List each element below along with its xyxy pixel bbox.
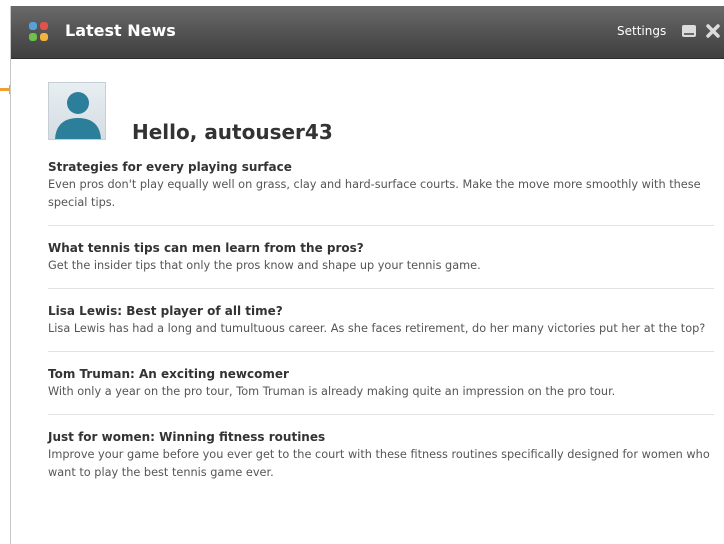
minimize-icon[interactable]	[681, 23, 697, 39]
news-title-link[interactable]: Tom Truman: An exciting newcomer	[48, 365, 714, 383]
news-description: With only a year on the pro tour, Tom Tr…	[48, 385, 616, 398]
news-item: Just for women: Winning fitness routines…	[48, 428, 714, 495]
settings-link[interactable]: Settings	[617, 23, 666, 39]
news-list: Strategies for every playing surface Eve…	[48, 158, 714, 495]
edge-marker	[0, 85, 11, 94]
news-item: Lisa Lewis: Best player of all time? Lis…	[48, 302, 714, 352]
greeting-text: Hello, autouser43	[132, 120, 333, 144]
page: Latest News Settings Hello, autouser43 S…	[0, 0, 724, 544]
news-title-link[interactable]: Just for women: Winning fitness routines	[48, 428, 714, 446]
app-grid-icon	[29, 22, 49, 42]
widget-titlebar: Latest News Settings	[11, 6, 724, 59]
news-widget: Latest News Settings Hello, autouser43 S…	[10, 6, 724, 544]
news-item: Strategies for every playing surface Eve…	[48, 158, 714, 226]
news-description: Lisa Lewis has had a long and tumultuous…	[48, 322, 706, 335]
news-item: What tennis tips can men learn from the …	[48, 239, 714, 289]
close-icon[interactable]	[705, 23, 721, 39]
widget-title: Latest News	[65, 21, 176, 40]
news-item: Tom Truman: An exciting newcomer With on…	[48, 365, 714, 415]
news-title-link[interactable]: Strategies for every playing surface	[48, 158, 714, 176]
news-content: Hello, autouser43 Strategies for every p…	[48, 82, 714, 508]
news-description: Even pros don't play equally well on gra…	[48, 178, 701, 209]
news-title-link[interactable]: What tennis tips can men learn from the …	[48, 239, 714, 257]
news-description: Improve your game before you ever get to…	[48, 448, 710, 479]
user-greeting-row: Hello, autouser43	[48, 82, 714, 158]
news-title-link[interactable]: Lisa Lewis: Best player of all time?	[48, 302, 714, 320]
user-avatar-icon	[48, 82, 106, 140]
news-description: Get the insider tips that only the pros …	[48, 259, 481, 272]
